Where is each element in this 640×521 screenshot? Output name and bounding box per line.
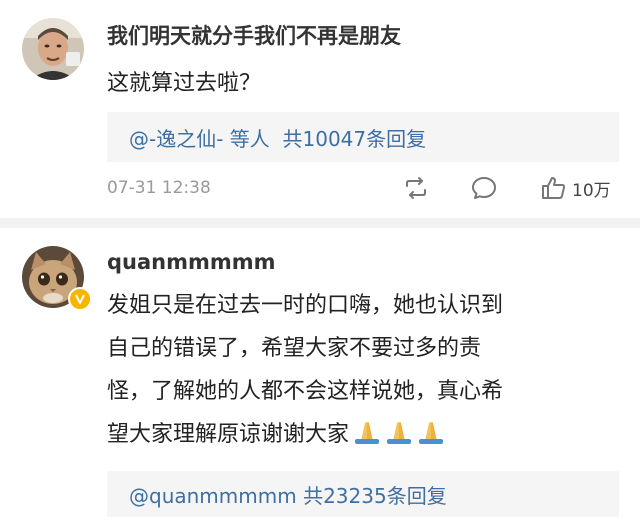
verified-v-icon <box>75 294 85 304</box>
comment-item: quanmmmmm 发姐只是在过去一时的口嗨，她也认识到 自己的错误了，希望大家… <box>0 228 640 521</box>
comment-text: 发姐只是在过去一时的口嗨，她也认识到 自己的错误了，希望大家不要过多的责 怪，了… <box>107 284 617 460</box>
reply-summary-label: @quanmmmmm 共23235条回复 <box>129 483 447 508</box>
reply-summary[interactable]: @-逸之仙- 等人 共10047条回复 <box>107 112 619 162</box>
comment-icon <box>472 177 496 199</box>
repost-icon <box>406 177 426 199</box>
reply-summary[interactable]: @quanmmmmm 共23235条回复 <box>107 471 619 517</box>
folded-hands-emoji <box>351 417 447 460</box>
verified-badge <box>68 287 92 311</box>
timestamp: 07-31 12:38 <box>107 178 211 198</box>
comment-text-line-last: 望大家理解原谅谢谢大家 <box>107 413 617 460</box>
like-button[interactable]: 10万 <box>540 174 611 202</box>
comment-button[interactable] <box>470 174 498 202</box>
section-divider <box>0 218 640 228</box>
comment-text: 这就算过去啦？ <box>107 71 262 96</box>
username[interactable]: quanmmmmm <box>107 250 276 274</box>
comment-text-line: 怪，了解她的人都不会这样说她，真心希 <box>107 379 504 404</box>
comment-item: 我们明天就分手我们不再是朋友 这就算过去啦？ @-逸之仙- 等人 共10047条… <box>0 0 640 218</box>
comment-text-line: 发姐只是在过去一时的口嗨，她也认识到 <box>107 293 504 318</box>
thumbs-up-icon <box>542 177 566 199</box>
username[interactable]: 我们明天就分手我们不再是朋友 <box>107 20 401 50</box>
avatar[interactable] <box>22 18 84 80</box>
reply-summary-label: @-逸之仙- 等人 共10047条回复 <box>129 126 427 151</box>
like-count: 10万 <box>572 180 611 201</box>
comment-text-line: 自己的错误了，希望大家不要过多的责 <box>107 336 482 361</box>
share-button[interactable] <box>402 174 430 202</box>
comment-text-line: 望大家理解原谅谢谢大家 <box>107 422 350 447</box>
